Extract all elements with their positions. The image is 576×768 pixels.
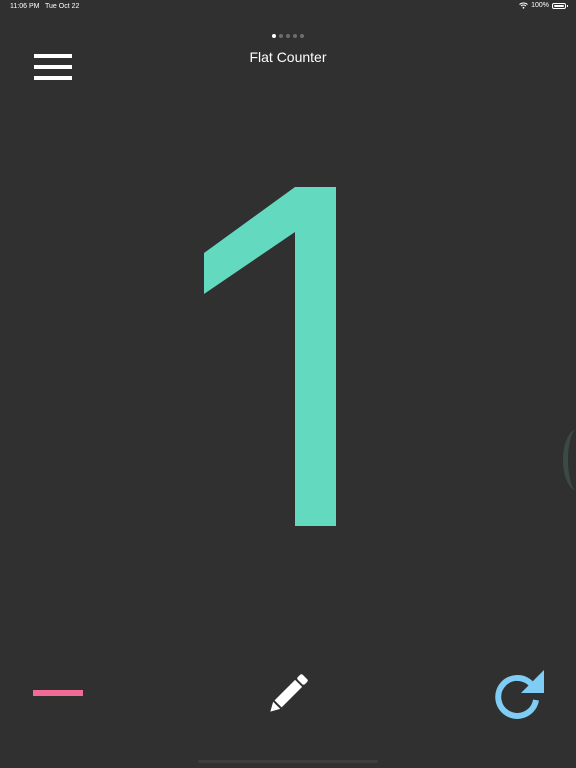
pencil-icon	[270, 674, 308, 712]
page-dot	[293, 34, 297, 38]
menu-button[interactable]	[32, 52, 74, 82]
minus-icon	[33, 690, 83, 696]
refresh-icon	[495, 670, 544, 719]
status-time: 11:06 PM	[10, 3, 40, 10]
page-title: Flat Counter	[249, 49, 327, 65]
counter-screen: 11:06 PM Tue Oct 22 100% Flat Counter 1	[0, 0, 576, 768]
page-dot	[279, 34, 283, 38]
home-indicator	[198, 760, 378, 763]
reset-button[interactable]	[490, 666, 548, 722]
battery-icon	[552, 2, 568, 9]
counter-digit	[204, 187, 336, 526]
status-date: Tue Oct 22	[45, 3, 80, 10]
edit-button[interactable]	[262, 668, 314, 720]
counter-display[interactable]: 1	[0, 150, 576, 570]
status-indicators: 100%	[519, 2, 568, 9]
counter-value-graphic: 1	[204, 187, 336, 526]
decrement-button[interactable]	[28, 680, 88, 708]
page-indicator[interactable]	[0, 34, 576, 38]
battery-percent: 100%	[531, 2, 549, 9]
status-bar: 11:06 PM Tue Oct 22 100%	[0, 0, 576, 14]
page-dot	[272, 34, 276, 38]
page-dot	[300, 34, 304, 38]
wifi-icon	[519, 2, 528, 9]
page-dot	[286, 34, 290, 38]
